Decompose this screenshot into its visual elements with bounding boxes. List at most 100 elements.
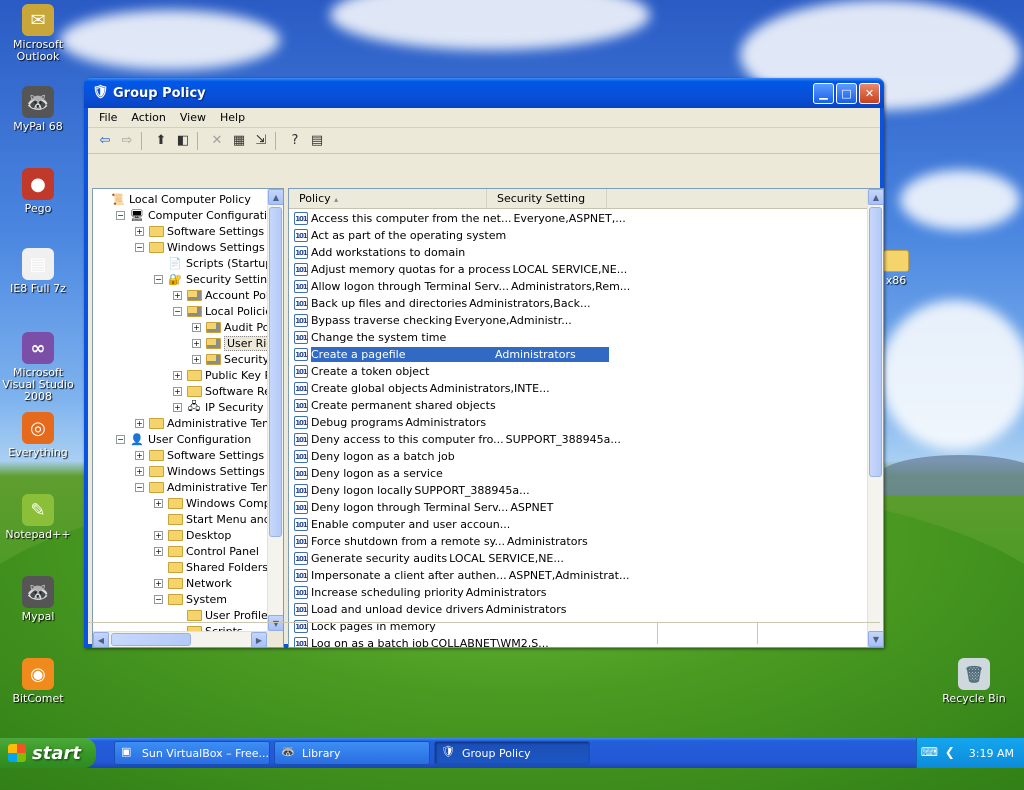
tree-node[interactable]: Start Menu and Tas <box>93 511 267 527</box>
expand-icon[interactable]: + <box>173 290 182 300</box>
tree-node[interactable]: Shared Folders <box>93 559 267 575</box>
column-header-policy[interactable]: Policy ▴ <box>289 189 487 208</box>
tree-node[interactable]: + Windows Settings <box>93 463 267 479</box>
tree-node[interactable]: + Software Restr <box>93 383 267 399</box>
expand-icon[interactable]: + <box>154 498 163 508</box>
collapse-icon[interactable]: − <box>135 482 144 492</box>
tree-node[interactable]: − Local Policies <box>93 303 267 319</box>
list-vertical-scrollbar[interactable]: ▲ ▼ <box>867 189 883 647</box>
keyboard-icon[interactable]: ⌨ <box>921 745 938 761</box>
expand-icon[interactable]: + <box>192 322 201 332</box>
collapse-icon[interactable]: − <box>116 434 125 444</box>
policy-row[interactable]: 101 Enable computer and user accoun... <box>289 516 867 533</box>
tree-node[interactable]: + Control Panel <box>93 543 267 559</box>
expand-icon[interactable]: + <box>154 530 163 540</box>
expand-icon[interactable]: + <box>135 226 144 236</box>
start-button[interactable]: start <box>0 738 96 768</box>
tree-node[interactable]: −🔐 Security Settings <box>93 271 267 287</box>
desktop-icon-item[interactable]: 🦝 MyPal 68 <box>0 86 78 133</box>
tree-node[interactable]: + Network <box>93 575 267 591</box>
policy-row[interactable]: 101 Load and unload device drivers Adminis… <box>289 601 867 618</box>
desktop-icon-item[interactable]: 🦝 Mypal <box>0 576 78 623</box>
menu-view[interactable]: View <box>173 111 213 124</box>
tree-node[interactable]: − 👤 User Configuration <box>93 431 267 447</box>
desktop-icon-item[interactable]: ◉ BitComet <box>0 658 78 705</box>
policy-row[interactable]: 101 Deny logon as a batch job <box>289 448 867 465</box>
close-button[interactable]: ✕ <box>859 82 880 104</box>
expand-icon[interactable]: + <box>154 578 163 588</box>
policy-row[interactable]: 101 Deny logon through Terminal Serv... AS… <box>289 499 867 516</box>
menu-file[interactable]: File <box>92 111 124 124</box>
expand-icon[interactable]: + <box>135 466 144 476</box>
show-description-icon[interactable]: ▤ <box>306 131 328 151</box>
scroll-thumb[interactable] <box>869 207 882 477</box>
expand-icon[interactable]: + <box>173 402 182 412</box>
column-header-security-setting[interactable]: Security Setting <box>487 189 607 208</box>
policy-row[interactable]: 101 Act as part of the operating system <box>289 227 867 244</box>
tree-node[interactable]: − System <box>93 591 267 607</box>
expand-icon[interactable]: + <box>154 546 163 556</box>
tree-node[interactable]: + Security Op <box>93 351 267 367</box>
collapse-icon[interactable]: − <box>154 594 163 604</box>
tree-node[interactable]: + Audit Policy <box>93 319 267 335</box>
policy-row[interactable]: 101 Deny logon as a service <box>289 465 867 482</box>
policy-row[interactable]: 101 Add workstations to domain <box>289 244 867 261</box>
tree-node[interactable]: + Desktop <box>93 527 267 543</box>
title-bar[interactable]: 🛡 Group Policy ▁ □ ✕ <box>84 78 884 108</box>
tree-node[interactable]: −🖥 Computer Configuration <box>93 207 267 223</box>
show-hide-tree-icon[interactable]: ◧ <box>172 131 194 151</box>
scroll-up-icon[interactable]: ▲ <box>268 189 283 205</box>
menu-action[interactable]: Action <box>124 111 172 124</box>
policy-row[interactable]: 101 Debug programs Administrators <box>289 414 867 431</box>
up-folder-icon[interactable]: ⬆ <box>150 131 172 151</box>
desktop-icon-item[interactable]: ▤ IE8 Full 7z <box>0 248 78 295</box>
tree-node[interactable]: + Public Key Polici <box>93 367 267 383</box>
export-list-icon[interactable]: ⇲ <box>250 131 272 151</box>
scroll-thumb[interactable] <box>269 207 282 537</box>
desktop-icon-item[interactable]: ✉ Microsoft Outlook <box>0 4 78 63</box>
collapse-icon[interactable]: − <box>173 306 182 316</box>
policy-row[interactable]: 101 Deny access to this computer fro... SU… <box>289 431 867 448</box>
clock[interactable]: 3:19 AM <box>969 747 1014 760</box>
policy-row[interactable]: 101 Allow logon through Terminal Serv... A… <box>289 278 867 295</box>
desktop-icon-item[interactable]: ∞ Microsoft Visual Studio 2008 <box>0 332 78 403</box>
tree-node[interactable]: 📜 Local Computer Policy <box>93 191 267 207</box>
policy-row[interactable]: 101 Access this computer from the net... E… <box>289 210 867 227</box>
menu-help[interactable]: Help <box>213 111 252 124</box>
taskbar-button[interactable]: 🛡 Group Policy <box>434 741 590 765</box>
scroll-up-icon[interactable]: ▲ <box>868 189 883 205</box>
policy-row[interactable]: 101 Create permanent shared objects <box>289 397 867 414</box>
collapse-icon[interactable]: − <box>116 210 125 220</box>
collapse-icon[interactable]: − <box>135 242 144 252</box>
properties-icon[interactable]: ▦ <box>228 131 250 151</box>
policy-row[interactable]: 101 Generate security audits LOCAL SERVICE… <box>289 550 867 567</box>
tree-node[interactable]: + Software Settings <box>93 223 267 239</box>
tray-expand-icon[interactable]: ❮ <box>945 745 961 761</box>
minimize-button[interactable]: ▁ <box>813 82 834 104</box>
desktop-icon-item[interactable]: ✎ Notepad++ <box>0 494 78 541</box>
policy-row[interactable]: 101 Increase scheduling priority Administr… <box>289 584 867 601</box>
policy-row[interactable]: 101 Change the system time <box>289 329 867 346</box>
expand-icon[interactable]: + <box>135 418 144 428</box>
tree-node[interactable]: + 🖧 IP Security Polic <box>93 399 267 415</box>
expand-icon[interactable]: + <box>173 386 182 396</box>
collapse-icon[interactable]: − <box>154 274 163 284</box>
policy-row[interactable]: 101 Deny logon locally SUPPORT_388945a... <box>289 482 867 499</box>
policy-row[interactable]: 101 Adjust memory quotas for a process LOC… <box>289 261 867 278</box>
tree-node[interactable]: + User Rights <box>93 335 267 351</box>
taskbar-button[interactable]: 🦝 Library <box>274 741 430 765</box>
desktop-icon-item[interactable]: ◎ Everything <box>0 412 78 459</box>
policy-row[interactable]: 101 Force shutdown from a remote sy... Adm… <box>289 533 867 550</box>
help-icon[interactable]: ? <box>284 131 306 151</box>
expand-icon[interactable]: + <box>135 450 144 460</box>
tree-node[interactable]: − Windows Settings <box>93 239 267 255</box>
tree-node[interactable]: + Account Policies <box>93 287 267 303</box>
tree-node[interactable]: + Software Settings <box>93 447 267 463</box>
delete-icon[interactable]: ✕ <box>206 131 228 151</box>
taskbar-button[interactable]: ▣ Sun VirtualBox – Free... <box>114 741 270 765</box>
forward-arrow-icon[interactable]: ⇨ <box>116 131 138 151</box>
maximize-button[interactable]: □ <box>836 82 857 104</box>
expand-icon[interactable]: + <box>192 354 201 364</box>
desktop-icon-item[interactable]: ● Pego <box>0 168 78 215</box>
tree-node[interactable]: + Windows Componer <box>93 495 267 511</box>
